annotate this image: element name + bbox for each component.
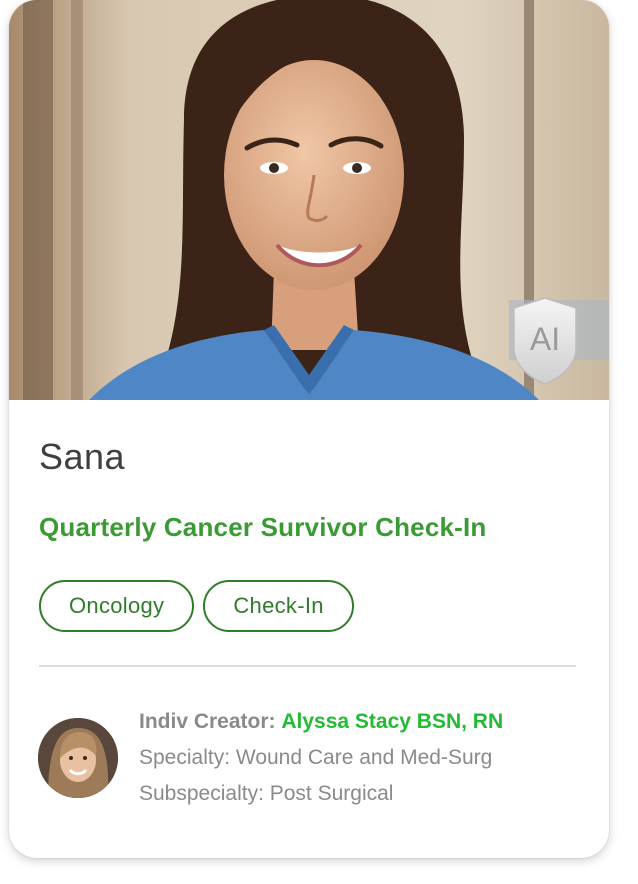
creator-info: Indiv Creator: Alyssa Stacy BSN, RN Spec… (139, 708, 599, 816)
persona-title: Quarterly Cancer Survivor Check-In (39, 512, 487, 542)
persona-card[interactable]: AI Sana Quarterly Cancer Survivor Check-… (9, 0, 609, 858)
creator-line: Indiv Creator: Alyssa Stacy BSN, RN (139, 708, 599, 744)
creator-avatar[interactable] (38, 718, 118, 798)
shield-ai-icon: AI (513, 297, 577, 385)
creator-label: Indiv Creator: (139, 710, 276, 733)
persona-name: Sana (39, 436, 126, 477)
creator-name-link[interactable]: Alyssa Stacy BSN, RN (281, 710, 503, 733)
persona-photo: AI (9, 0, 609, 400)
tag-oncology[interactable]: Oncology (39, 580, 195, 632)
creator-specialty: Specialty: Wound Care and Med-Surg (139, 746, 493, 769)
tag-list: Oncology Check-In (39, 580, 354, 632)
creator-subspecialty: Subspecialty: Post Surgical (139, 782, 394, 805)
svg-text:AI: AI (530, 321, 560, 357)
divider (39, 665, 576, 667)
tag-check-in[interactable]: Check-In (203, 580, 354, 632)
